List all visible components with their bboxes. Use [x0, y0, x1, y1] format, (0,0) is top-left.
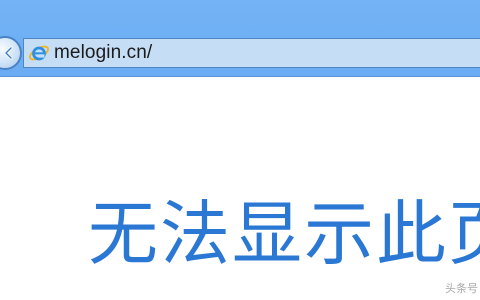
- browser-window: melogin.cn/ 无法显示此页 头条号: [0, 0, 480, 300]
- back-arrow-icon: [4, 46, 13, 60]
- address-bar-url[interactable]: melogin.cn/: [54, 38, 152, 68]
- error-page-title: 无法显示此页: [88, 193, 480, 275]
- watermark: 头条号: [445, 282, 478, 295]
- back-button[interactable]: [0, 36, 22, 70]
- browser-toolbar: melogin.cn/: [0, 0, 480, 77]
- internet-explorer-icon: [29, 45, 49, 61]
- address-bar[interactable]: melogin.cn/: [23, 38, 480, 68]
